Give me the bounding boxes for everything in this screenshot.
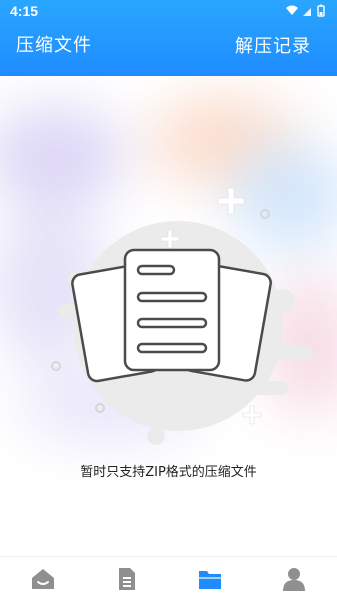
home-icon bbox=[32, 569, 54, 589]
extract-history-button[interactable]: 解压记录 bbox=[235, 32, 311, 58]
folder-icon bbox=[199, 571, 221, 589]
main-content: 暂时只支持ZIP格式的压缩文件 bbox=[0, 76, 337, 556]
status-time: 4:15 bbox=[10, 3, 39, 19]
empty-state-message: 暂时只支持ZIP格式的压缩文件 bbox=[80, 465, 257, 480]
bottom-tab-bar bbox=[0, 556, 337, 601]
tab-profile[interactable] bbox=[280, 565, 308, 593]
app-header: 4:15 压缩文件 解压记录 bbox=[0, 0, 337, 76]
page-title: 压缩文件 bbox=[16, 35, 92, 56]
tab-compressed-files[interactable] bbox=[196, 565, 224, 593]
signal-icon bbox=[303, 8, 311, 16]
tab-home[interactable] bbox=[29, 565, 57, 593]
wifi-icon bbox=[286, 5, 298, 15]
empty-state-illustration bbox=[51, 187, 313, 445]
battery-icon bbox=[317, 4, 325, 17]
status-bar: 4:15 bbox=[0, 0, 337, 22]
status-icons bbox=[286, 4, 325, 17]
user-icon bbox=[283, 568, 305, 591]
documents-icon bbox=[71, 248, 272, 383]
document-icon bbox=[119, 568, 135, 590]
tab-documents[interactable] bbox=[113, 565, 141, 593]
